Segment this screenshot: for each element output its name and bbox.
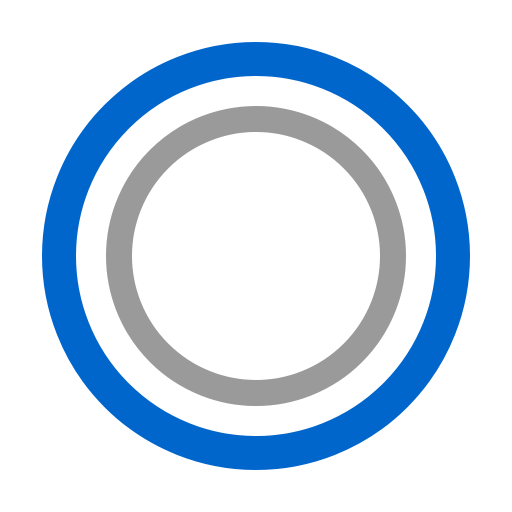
inner-ring — [106, 106, 406, 406]
concentric-rings-icon — [42, 42, 470, 470]
icon-canvas — [0, 0, 512, 512]
